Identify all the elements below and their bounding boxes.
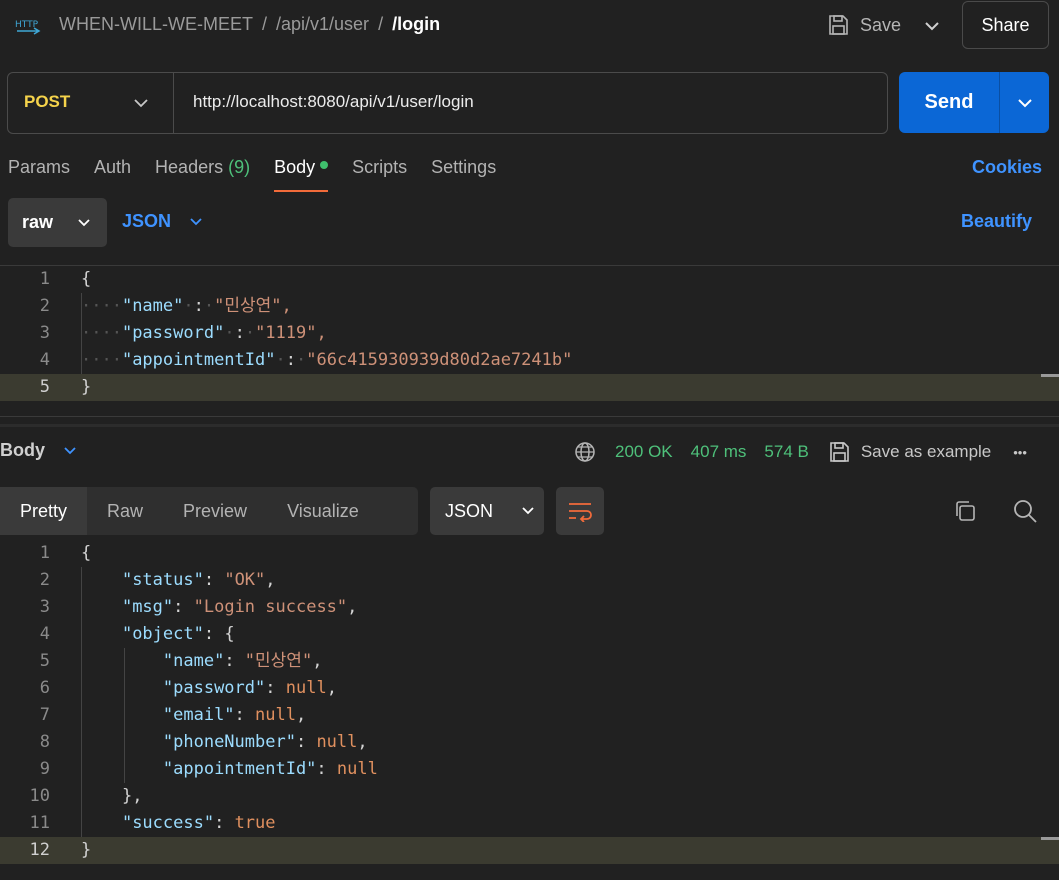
tab-headers-label: Headers bbox=[155, 157, 224, 177]
code-line: 10 }, bbox=[29, 786, 143, 806]
body-format-select[interactable]: JSON bbox=[122, 211, 205, 232]
body-mode-label: raw bbox=[22, 212, 54, 232]
status-code[interactable]: 200 OK bbox=[615, 442, 673, 462]
chevron-down-icon[interactable] bbox=[130, 92, 152, 114]
method-select[interactable]: POST bbox=[24, 92, 70, 112]
chevron-down-icon bbox=[190, 217, 202, 225]
url-divider bbox=[173, 72, 174, 134]
scroll-marker bbox=[1041, 837, 1059, 840]
code-line: 1{ bbox=[39, 543, 92, 563]
chevron-down-icon bbox=[522, 507, 534, 515]
tab-raw[interactable]: Raw bbox=[87, 487, 163, 535]
breadcrumb: WHEN-WILL-WE-MEET //api/v1/user //login bbox=[59, 14, 441, 34]
indent-guide bbox=[124, 648, 125, 783]
code-line-active: 12} bbox=[0, 837, 1059, 864]
http-icon: HTTP bbox=[15, 20, 41, 35]
code-line: 3 "msg": "Login success", bbox=[39, 597, 358, 617]
tab-settings[interactable]: Settings bbox=[431, 157, 496, 190]
save-label: Save bbox=[860, 14, 902, 35]
tab-body[interactable]: Body bbox=[274, 157, 329, 192]
chevron-down-icon bbox=[64, 446, 76, 454]
tab-headers[interactable]: Headers (9) bbox=[155, 157, 250, 190]
chevron-down-icon[interactable] bbox=[920, 14, 944, 38]
code-line: 2 "status": "OK", bbox=[39, 570, 276, 590]
search-icon[interactable] bbox=[1011, 497, 1039, 525]
body-mode-select[interactable]: raw bbox=[8, 198, 107, 247]
tab-pretty[interactable]: Pretty bbox=[0, 487, 88, 535]
response-view-tabs: Pretty Raw Preview Visualize bbox=[0, 487, 418, 535]
more-options-icon[interactable]: ••• bbox=[1013, 445, 1027, 460]
code-line: 9 "appointmentId": null bbox=[39, 759, 378, 779]
tab-scripts[interactable]: Scripts bbox=[352, 157, 407, 190]
tab-visualize[interactable]: Visualize bbox=[267, 487, 379, 535]
breadcrumb-request[interactable]: /login bbox=[392, 14, 440, 34]
body-modified-dot bbox=[320, 161, 329, 170]
beautify-button[interactable]: Beautify bbox=[961, 211, 1032, 232]
breadcrumb-collection[interactable]: WHEN-WILL-WE-MEET bbox=[59, 14, 253, 34]
save-example-button[interactable]: Save as example bbox=[827, 440, 991, 464]
share-button[interactable]: Share bbox=[962, 1, 1049, 49]
send-label: Send bbox=[924, 91, 974, 113]
tab-params[interactable]: Params bbox=[8, 157, 70, 190]
headers-count: (9) bbox=[228, 157, 251, 177]
request-body-editor[interactable]: 1{ 2 ····"name"·:·"민상연", 3 ····"password"·… bbox=[0, 266, 1059, 414]
code-line: 8 "phoneNumber": null, bbox=[39, 732, 368, 752]
response-format-label: JSON bbox=[445, 500, 494, 521]
response-body-viewer[interactable]: 1{ 2 "status": "OK", 3 "msg": "Login suc… bbox=[0, 540, 1059, 870]
response-time[interactable]: 407 ms bbox=[691, 442, 747, 462]
send-options-button[interactable] bbox=[999, 72, 1049, 133]
copy-icon[interactable] bbox=[952, 498, 978, 524]
body-format-label: JSON bbox=[122, 211, 172, 231]
breadcrumb-folder[interactable]: /api/v1/user bbox=[276, 14, 369, 34]
divider bbox=[0, 416, 1059, 417]
response-body-label: Body bbox=[0, 440, 45, 460]
response-meta: 200 OK 407 ms 574 B Save as example ••• bbox=[573, 440, 1027, 464]
code-line: 6 "password": null, bbox=[39, 678, 337, 698]
request-tabs: Params Auth Headers (9) Body Scripts Set… bbox=[8, 157, 520, 192]
wrap-lines-button[interactable] bbox=[556, 487, 604, 535]
code-line: 7 "email": null, bbox=[39, 705, 307, 725]
save-button[interactable]: Save bbox=[826, 10, 901, 40]
tab-body-label: Body bbox=[274, 157, 316, 177]
code-line: 3 ····"password"·:·"1119", bbox=[39, 323, 327, 343]
response-format-select[interactable]: JSON bbox=[430, 487, 544, 535]
save-icon bbox=[829, 15, 848, 35]
scroll-marker bbox=[1041, 374, 1059, 377]
indent-guide bbox=[81, 293, 82, 374]
globe-icon[interactable] bbox=[573, 440, 597, 464]
code-line: 4 ····"appointmentId"·:·"66c415930939d80d… bbox=[39, 350, 573, 370]
chevron-down-icon bbox=[1017, 98, 1032, 107]
code-line: 1{ bbox=[39, 269, 92, 289]
response-size[interactable]: 574 B bbox=[764, 442, 808, 462]
code-line: 2 ····"name"·:·"민상연", bbox=[39, 296, 292, 316]
share-label: Share bbox=[981, 14, 1030, 35]
wrap-lines-icon bbox=[569, 503, 592, 522]
response-body-select[interactable]: Body bbox=[0, 440, 79, 461]
code-line-active: 5} bbox=[0, 374, 1059, 401]
code-line: 5 "name": "민상연", bbox=[39, 651, 323, 671]
tab-auth[interactable]: Auth bbox=[94, 157, 131, 190]
send-button[interactable]: Send bbox=[899, 72, 999, 133]
chevron-down-icon bbox=[78, 218, 90, 226]
code-line: 11 "success": true bbox=[29, 813, 276, 833]
cookies-link[interactable]: Cookies bbox=[972, 157, 1042, 178]
code-line: 4 "object": { bbox=[39, 624, 235, 644]
url-input[interactable]: http://localhost:8080/api/v1/user/login bbox=[193, 92, 474, 112]
pane-resizer[interactable] bbox=[0, 424, 1059, 427]
tab-preview[interactable]: Preview bbox=[163, 487, 267, 535]
indent-guide bbox=[81, 567, 82, 837]
save-example-label: Save as example bbox=[860, 442, 992, 461]
save-icon bbox=[830, 442, 849, 462]
